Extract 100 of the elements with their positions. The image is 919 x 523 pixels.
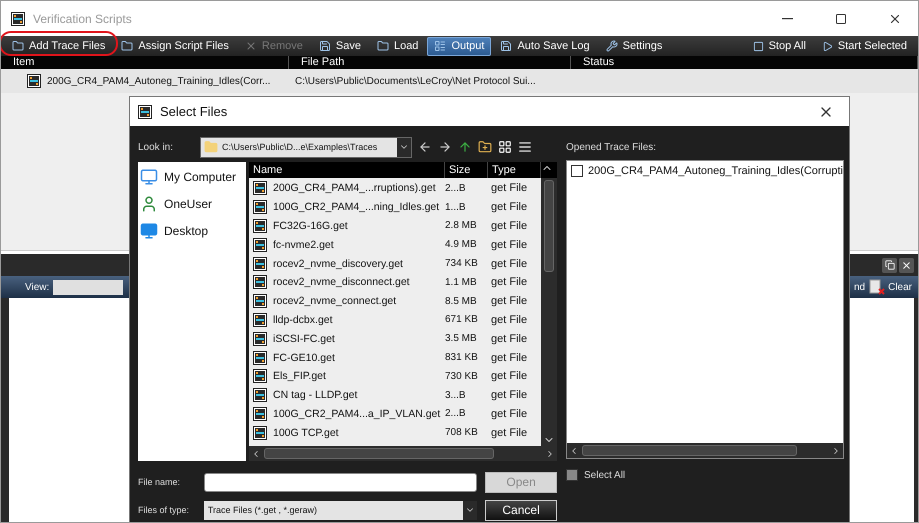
view-field[interactable] [53, 280, 124, 294]
toolbar-button[interactable]: Settings [598, 36, 670, 56]
toolbar-button[interactable]: Assign Script Files [114, 36, 236, 56]
file-item[interactable]: FC32G-16G.get [249, 218, 445, 233]
folder-icon [376, 40, 389, 52]
place-item[interactable]: Desktop [140, 220, 244, 241]
trace-file-icon [253, 218, 267, 233]
toolbar-button[interactable]: Output [427, 36, 492, 56]
x-icon [244, 40, 257, 52]
trace-file-icon [253, 426, 267, 440]
file-size: 2...B [445, 182, 467, 194]
trace-file-icon [253, 388, 267, 402]
file-item[interactable]: CN tag - LLDP.get [249, 388, 445, 402]
file-item[interactable]: lldp-dcbx.get [249, 312, 445, 327]
file-size: 1.1 MB [445, 276, 478, 288]
panel-button[interactable]: nd [854, 282, 866, 292]
place-item[interactable]: OneUser [140, 193, 244, 214]
file-size: 708 KB [445, 427, 479, 438]
panel-button[interactable]: Clear [869, 279, 912, 295]
back-icon[interactable] [418, 140, 432, 154]
file-size: 831 KB [445, 352, 479, 364]
list-view-icon[interactable] [518, 140, 532, 154]
file-type: get File [490, 220, 528, 232]
file-item[interactable]: 100G_CR2_PAM4_...ning_Idles.get [249, 200, 445, 214]
play-icon [822, 40, 833, 52]
file-type-label: Files of type: [138, 505, 190, 515]
window-title: Verification Scripts [33, 12, 133, 26]
file-size: 3...B [445, 390, 467, 401]
file-item[interactable]: rocev2_nvme_connect.get [249, 294, 445, 308]
file-size: 4.9 MB [445, 239, 478, 250]
file-item[interactable]: fc-nvme2.get [249, 238, 445, 252]
look-in-dropdown[interactable]: C:\Users\Public\D...e\Examples\Traces [200, 136, 412, 158]
file-name-field[interactable] [204, 472, 478, 492]
place-item[interactable]: My Computer [140, 166, 244, 187]
grid-view-icon[interactable] [498, 140, 512, 154]
stop-icon [752, 40, 764, 52]
file-type: get File [490, 332, 528, 345]
file-size: 8.5 MB [445, 296, 478, 307]
list-icon [434, 40, 446, 52]
file-type-dropdown[interactable]: Trace Files (*.get , *.geraw) [204, 500, 478, 520]
clear-icon [869, 279, 886, 295]
file-item[interactable]: 100G_CR2_PAM4...a_IP_VLAN.get [249, 406, 445, 421]
new-folder-icon[interactable] [478, 140, 492, 154]
opened-files-label: Opened Trace Files: [566, 140, 658, 154]
look-in-label: Look in: [138, 142, 174, 152]
file-size: 3.5 MB [445, 333, 478, 344]
file-type: get File [490, 314, 528, 326]
forward-icon[interactable] [438, 140, 452, 154]
up-icon[interactable] [458, 140, 472, 154]
toolbar-button[interactable]: Save [312, 36, 368, 56]
checkbox[interactable] [566, 469, 578, 481]
trace-file-icon [253, 332, 267, 346]
file-size: 671 KB [445, 314, 479, 326]
file-type: get File [490, 182, 528, 194]
toolbar-button[interactable]: Load [370, 36, 426, 56]
file-type: get File [490, 201, 528, 214]
checkbox[interactable] [571, 165, 583, 177]
cancel-button[interactable]: Cancel [485, 500, 557, 520]
restore-icon [884, 260, 894, 270]
restore-button[interactable] [882, 258, 897, 272]
trace-file-icon [11, 12, 25, 26]
start-button[interactable]: Start Selected [814, 36, 914, 56]
close-button[interactable] [899, 258, 914, 272]
folder-icon [204, 140, 218, 154]
toolbar-button[interactable]: Add Trace Files [5, 36, 112, 56]
file-type: get File [490, 295, 528, 308]
close-icon [901, 260, 912, 270]
file-size: 730 KB [445, 370, 479, 382]
desktop-icon [140, 222, 158, 240]
minimize-icon [782, 18, 792, 20]
select-all-checkbox[interactable]: Select All [566, 469, 844, 481]
file-item[interactable]: 200G_CR4_PAM4_...rruptions).get [249, 181, 445, 196]
file-type: get File [490, 258, 528, 270]
file-item[interactable]: rocev2_nvme_disconnect.get [249, 275, 445, 290]
trace-file-icon [253, 369, 267, 384]
file-type: get File [490, 352, 528, 364]
column-header[interactable]: Name [249, 162, 445, 178]
table-cell-text: C:\Users\Public\Documents\LeCroy\Net Protocol Sui... [294, 76, 537, 86]
stop-button[interactable]: Stop All [746, 36, 813, 56]
file-item[interactable]: FC-GE10.get [249, 350, 445, 365]
file-item[interactable]: rocev2_nvme_discovery.get [249, 256, 445, 271]
trace-file-icon [253, 238, 267, 252]
folder-icon [121, 40, 134, 52]
file-item[interactable]: 100G TCP.get [249, 426, 445, 440]
file-type: get File [490, 389, 528, 402]
floppy-icon [318, 40, 331, 52]
toolbar-button[interactable]: Auto Save Log [493, 36, 597, 56]
trace-file-icon [253, 256, 267, 271]
trace-file-icon [253, 406, 267, 421]
trace-file-icon [253, 312, 267, 327]
maximize-icon [835, 12, 847, 24]
file-size: 734 KB [445, 258, 479, 270]
file-type: get File [490, 408, 528, 420]
file-name-label: File name: [138, 477, 182, 487]
file-item[interactable]: iSCSI-FC.get [249, 332, 445, 346]
opened-file-name: 200G_CR4_PAM4_Autoneg_Training_Idles(Corrupti [588, 165, 843, 177]
column-header[interactable]: Type [488, 162, 541, 178]
file-item[interactable]: Els_FIP.get [249, 369, 445, 384]
file-size: 2...B [445, 408, 467, 420]
column-header[interactable]: Size [445, 162, 488, 178]
